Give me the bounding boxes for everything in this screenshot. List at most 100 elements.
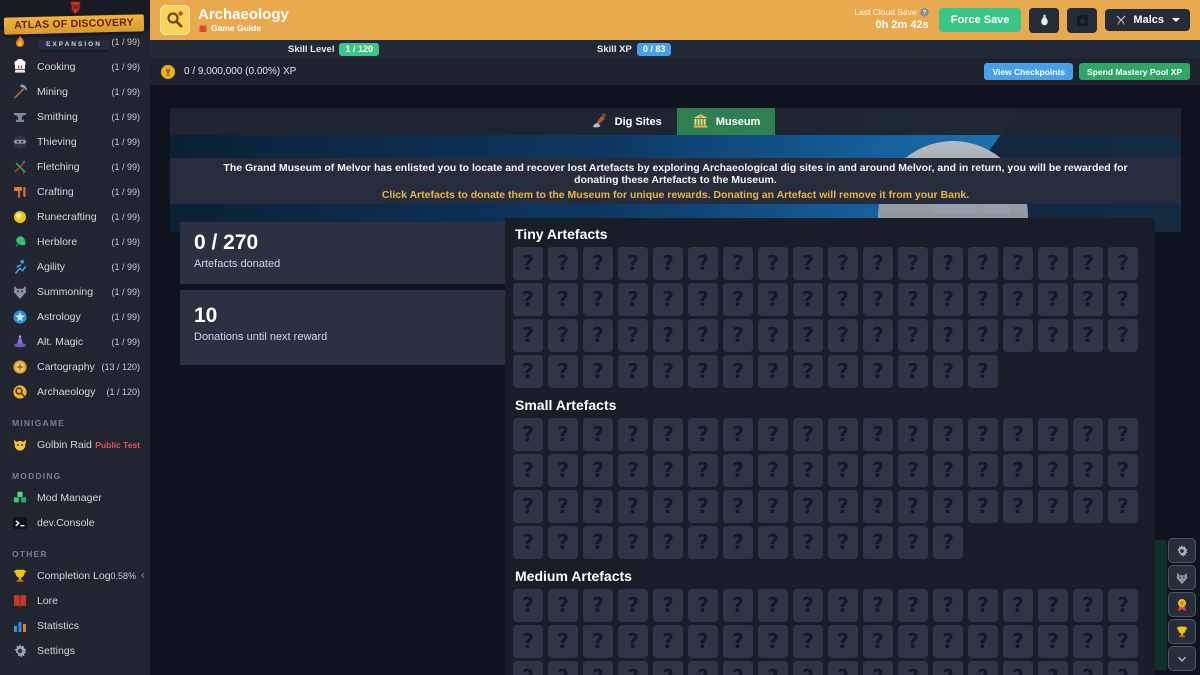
artefact-tile-unknown[interactable]: ? <box>688 490 718 523</box>
sidebar-item-thieving[interactable]: Thieving(1 / 99) <box>0 129 150 154</box>
artefact-tile-unknown[interactable]: ? <box>828 355 858 388</box>
artefact-tile-unknown[interactable]: ? <box>513 490 543 523</box>
artefact-tile-unknown[interactable]: ? <box>1073 661 1103 675</box>
artefact-tile-unknown[interactable]: ? <box>513 661 543 675</box>
artefact-tile-unknown[interactable]: ? <box>1038 283 1068 316</box>
artefact-tile-unknown[interactable]: ? <box>548 589 578 622</box>
sidebar-item-settings[interactable]: Settings <box>0 638 150 663</box>
artefact-tile-unknown[interactable]: ? <box>513 355 543 388</box>
artefact-tile-unknown[interactable]: ? <box>1108 490 1138 523</box>
sidebar-item-completion-log[interactable]: Completion Log0.58%‹ <box>0 563 150 588</box>
artefact-tile-unknown[interactable]: ? <box>1038 625 1068 658</box>
artefact-tile-unknown[interactable]: ? <box>723 355 753 388</box>
artefact-tile-unknown[interactable]: ? <box>758 661 788 675</box>
artefact-tile-unknown[interactable]: ? <box>1038 490 1068 523</box>
artefact-tile-unknown[interactable]: ? <box>583 661 613 675</box>
artefact-tile-unknown[interactable]: ? <box>968 625 998 658</box>
artefact-tile-unknown[interactable]: ? <box>723 283 753 316</box>
artefact-tile-unknown[interactable]: ? <box>1003 319 1033 352</box>
sidebar-item-runecrafting[interactable]: Runecrafting(1 / 99) <box>0 204 150 229</box>
sidebar-item-cooking[interactable]: Cooking(1 / 99) <box>0 54 150 79</box>
artefact-tile-unknown[interactable]: ? <box>828 319 858 352</box>
artefact-tile-unknown[interactable]: ? <box>583 247 613 280</box>
artefact-tile-unknown[interactable]: ? <box>548 454 578 487</box>
artefact-tile-unknown[interactable]: ? <box>898 319 928 352</box>
artefact-tile-unknown[interactable]: ? <box>548 625 578 658</box>
sidebar-item-smithing[interactable]: Smithing(1 / 99) <box>0 104 150 129</box>
artefact-tile-unknown[interactable]: ? <box>968 418 998 451</box>
artefact-tile-unknown[interactable]: ? <box>933 319 963 352</box>
artefact-tile-unknown[interactable]: ? <box>723 247 753 280</box>
artefact-tile-unknown[interactable]: ? <box>898 355 928 388</box>
artefact-tile-unknown[interactable]: ? <box>793 247 823 280</box>
artefact-tile-unknown[interactable]: ? <box>898 589 928 622</box>
sidebar-item-lore[interactable]: Lore <box>0 588 150 613</box>
artefact-tile-unknown[interactable]: ? <box>828 247 858 280</box>
artefact-tile-unknown[interactable]: ? <box>653 319 683 352</box>
artefact-tile-unknown[interactable]: ? <box>898 418 928 451</box>
artefact-tile-unknown[interactable]: ? <box>688 247 718 280</box>
artefact-tile-unknown[interactable]: ? <box>513 625 543 658</box>
artefact-tile-unknown[interactable]: ? <box>548 526 578 559</box>
artefact-tile-unknown[interactable]: ? <box>758 319 788 352</box>
artefact-tile-unknown[interactable]: ? <box>583 526 613 559</box>
account-menu-button[interactable]: Malcs <box>1105 9 1190 31</box>
artefact-tile-unknown[interactable]: ? <box>793 319 823 352</box>
artefact-tile-unknown[interactable]: ? <box>793 283 823 316</box>
sidebar-item-statistics[interactable]: Statistics <box>0 613 150 638</box>
artefact-tile-unknown[interactable]: ? <box>1003 454 1033 487</box>
artefact-tile-unknown[interactable]: ? <box>828 625 858 658</box>
sidebar-item-cartography[interactable]: Cartography(13 / 120) <box>0 354 150 379</box>
artefact-tile-unknown[interactable]: ? <box>1073 454 1103 487</box>
artefact-tile-unknown[interactable]: ? <box>1038 319 1068 352</box>
sidebar-item-golbin-raid[interactable]: Golbin RaidPublic Test <box>0 432 150 457</box>
artefact-tile-unknown[interactable]: ? <box>618 526 648 559</box>
artefact-tile-unknown[interactable]: ? <box>653 526 683 559</box>
artefact-tile-unknown[interactable]: ? <box>653 490 683 523</box>
artefact-tile-unknown[interactable]: ? <box>863 490 893 523</box>
force-save-button[interactable]: Force Save <box>939 8 1022 32</box>
artefact-tile-unknown[interactable]: ? <box>898 247 928 280</box>
artefact-tile-unknown[interactable]: ? <box>583 418 613 451</box>
artefact-tile-unknown[interactable]: ? <box>933 661 963 675</box>
sidebar-item-alt-magic[interactable]: Alt. Magic(1 / 99) <box>0 329 150 354</box>
artefact-tile-unknown[interactable]: ? <box>933 589 963 622</box>
artefact-tile-unknown[interactable]: ? <box>723 625 753 658</box>
artefact-tile-unknown[interactable]: ? <box>758 283 788 316</box>
artefact-tile-unknown[interactable]: ? <box>723 526 753 559</box>
artefact-tile-unknown[interactable]: ? <box>863 589 893 622</box>
artefact-tile-unknown[interactable]: ? <box>933 490 963 523</box>
artefact-tile-unknown[interactable]: ? <box>863 319 893 352</box>
artefact-tile-unknown[interactable]: ? <box>968 454 998 487</box>
artefact-tile-unknown[interactable]: ? <box>758 490 788 523</box>
artefact-tile-unknown[interactable]: ? <box>828 418 858 451</box>
artefact-tile-unknown[interactable]: ? <box>548 319 578 352</box>
artefact-tile-unknown[interactable]: ? <box>723 454 753 487</box>
artefact-tile-unknown[interactable]: ? <box>618 355 648 388</box>
artefact-tile-unknown[interactable]: ? <box>828 490 858 523</box>
artefact-tile-unknown[interactable]: ? <box>583 355 613 388</box>
artefact-tile-unknown[interactable]: ? <box>828 526 858 559</box>
artefact-tile-unknown[interactable]: ? <box>1073 418 1103 451</box>
artefact-tile-unknown[interactable]: ? <box>758 418 788 451</box>
sidebar-item-herblore[interactable]: Herblore(1 / 99) <box>0 229 150 254</box>
artefact-tile-unknown[interactable]: ? <box>1038 589 1068 622</box>
artefact-tile-unknown[interactable]: ? <box>618 661 648 675</box>
artefact-tile-unknown[interactable]: ? <box>548 283 578 316</box>
artefact-tile-unknown[interactable]: ? <box>1003 661 1033 675</box>
artefact-tile-unknown[interactable]: ? <box>1038 247 1068 280</box>
rail-summoning-button[interactable] <box>1168 565 1196 590</box>
artefact-tile-unknown[interactable]: ? <box>758 589 788 622</box>
sidebar-item-agility[interactable]: Agility(1 / 99) <box>0 254 150 279</box>
sidebar-item-archaeology[interactable]: Archaeology(1 / 120) <box>0 379 150 404</box>
artefact-tile-unknown[interactable]: ? <box>793 661 823 675</box>
artefact-tile-unknown[interactable]: ? <box>968 355 998 388</box>
artefact-tile-unknown[interactable]: ? <box>618 319 648 352</box>
artefact-tile-unknown[interactable]: ? <box>1108 454 1138 487</box>
artefact-tile-unknown[interactable]: ? <box>1108 418 1138 451</box>
artefact-tile-unknown[interactable]: ? <box>583 625 613 658</box>
artefact-tile-unknown[interactable]: ? <box>863 355 893 388</box>
sidebar-item-mod-manager[interactable]: Mod Manager <box>0 485 150 510</box>
artefact-tile-unknown[interactable]: ? <box>653 418 683 451</box>
view-checkpoints-button[interactable]: View Checkpoints <box>984 63 1073 80</box>
